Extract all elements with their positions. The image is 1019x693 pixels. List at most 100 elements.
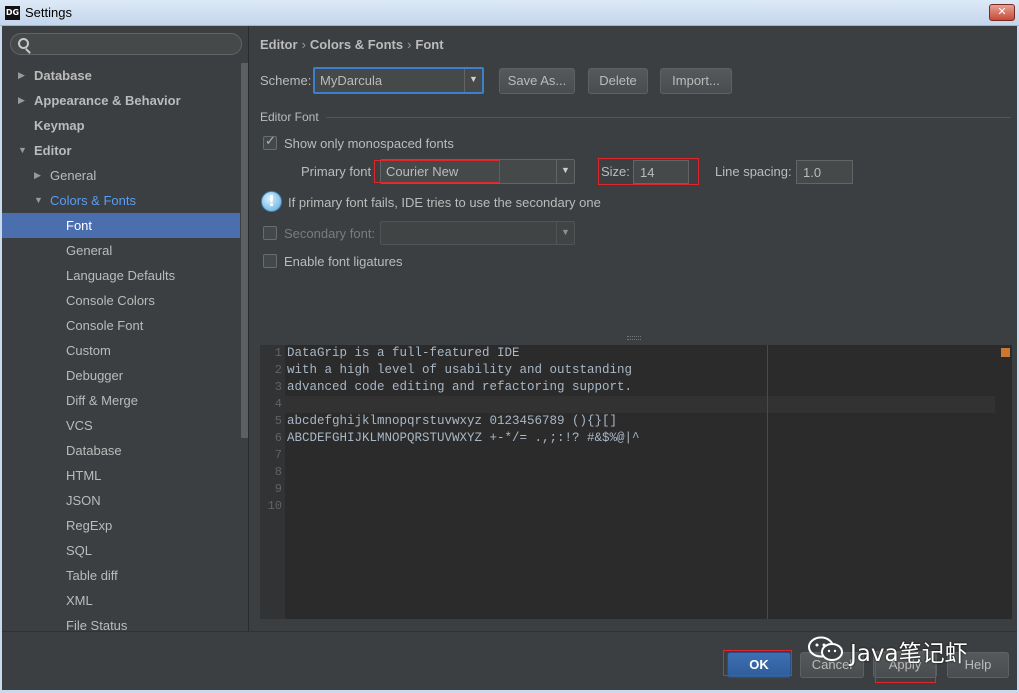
ligatures-label: Enable font ligatures [284, 254, 403, 269]
sidebar-item-label: Keymap [34, 118, 85, 133]
sidebar-item-label: Database [34, 68, 92, 83]
sidebar-item-general[interactable]: ▶ General [2, 163, 240, 188]
chevron-down-icon: ▼ [469, 74, 478, 84]
secondary-font-dropdown-arrow[interactable]: ▼ [556, 222, 574, 245]
delete-button[interactable]: Delete [588, 68, 648, 94]
line-spacing-label: Line spacing: [715, 164, 792, 179]
splitter-handle[interactable] [627, 336, 641, 340]
secondary-font-checkbox[interactable] [263, 226, 277, 240]
sidebar-item-regexp[interactable]: RegExp [2, 513, 240, 538]
settings-sidebar: ▶ Database ▶ Appearance & Behavior Keymap ▼ Ed… [2, 26, 249, 631]
sidebar-item-file-status[interactable]: File Status [2, 613, 240, 631]
sidebar-item-editor[interactable]: ▼ Editor [2, 138, 240, 163]
sidebar-item-keymap[interactable]: Keymap [2, 113, 240, 138]
breadcrumb-item: Colors & Fonts [309, 37, 404, 52]
sidebar-item-diff-merge[interactable]: Diff & Merge [2, 388, 240, 413]
preview-code-line: DataGrip is a full-featured IDE [287, 346, 520, 360]
scheme-dropdown[interactable]: MyDarcula ▼ [313, 67, 484, 94]
line-number: 8 [274, 465, 282, 479]
breadcrumb-item: Editor [260, 37, 298, 52]
secondary-font-label: Secondary font: [284, 226, 376, 241]
expanded-arrow-icon[interactable]: ▼ [34, 188, 43, 213]
breadcrumb-separator: › [407, 37, 412, 52]
preview-code-line: with a high level of usability and outst… [287, 363, 633, 377]
import-button[interactable]: Import... [660, 68, 732, 94]
sidebar-scrollbar-thumb[interactable] [241, 63, 248, 438]
line-spacing-field[interactable]: 1.0 [796, 160, 853, 184]
sidebar-item-general[interactable]: General [2, 238, 240, 263]
window-close-button[interactable]: ✕ [989, 4, 1015, 21]
preview-code-line: abcdefghijklmnopqrstuvwxyz 0123456789 ()… [287, 414, 618, 428]
editor-font-section-title: Editor Font [260, 110, 319, 124]
sidebar-item-xml[interactable]: XML [2, 588, 240, 613]
sidebar-item-html[interactable]: HTML [2, 463, 240, 488]
secondary-font-dropdown[interactable]: ▼ [380, 221, 575, 245]
sidebar-item-appearance-behavior[interactable]: ▶ Appearance & Behavior [2, 88, 240, 113]
sidebar-item-label: Console Colors [66, 293, 155, 308]
fallback-info-text: If primary font fails, IDE tries to use … [288, 195, 601, 210]
line-spacing-value: 1.0 [803, 165, 822, 180]
scheme-value: MyDarcula [320, 73, 383, 88]
section-divider [326, 117, 1011, 118]
window-title: Settings [25, 5, 72, 20]
sidebar-item-table-diff[interactable]: Table diff [2, 563, 240, 588]
sidebar-item-label: Debugger [66, 368, 124, 383]
sidebar-item-language-defaults[interactable]: Language Defaults [2, 263, 240, 288]
watermark: Java笔记虾 [808, 634, 998, 667]
wechat-logo-icon [808, 636, 843, 661]
line-number: 1 [274, 346, 282, 360]
sidebar-item-label: General [50, 168, 97, 183]
sidebar-item-label: General [66, 243, 113, 258]
sidebar-item-label: Console Font [66, 318, 144, 333]
sidebar-item-label: Language Defaults [66, 268, 176, 283]
ligatures-checkbox[interactable] [263, 254, 277, 268]
line-number: 6 [274, 431, 282, 445]
collapsed-arrow-icon[interactable]: ▶ [34, 163, 41, 188]
show-monospaced-checkbox[interactable] [263, 134, 277, 150]
sidebar-item-font[interactable]: Font [2, 213, 240, 238]
search-input[interactable] [33, 36, 233, 52]
sidebar-item-sql[interactable]: SQL [2, 538, 240, 563]
right-margin-guide [767, 345, 768, 619]
sidebar-item-label: Appearance & Behavior [34, 93, 181, 108]
sidebar-item-label: JSON [66, 493, 101, 508]
sidebar-item-vcs[interactable]: VCS [2, 413, 240, 438]
scheme-label: Scheme: [260, 73, 312, 88]
settings-search[interactable] [10, 33, 242, 55]
primary-font-dropdown-arrow[interactable]: ▼ [556, 160, 574, 183]
sidebar-item-label: Editor [34, 143, 72, 158]
line-number: 7 [274, 448, 282, 462]
sidebar-item-label: SQL [66, 543, 93, 558]
sidebar-item-label: File Status [66, 618, 128, 631]
scheme-dropdown-arrow[interactable]: ▼ [464, 69, 482, 92]
breadcrumb-separator: › [301, 37, 306, 52]
show-monospaced-label: Show only monospaced fonts [284, 136, 454, 151]
collapsed-arrow-icon[interactable]: ▶ [18, 63, 25, 88]
font-preview-editor[interactable]: 1 2 3 4 5 6 7 8 9 10 DataGrip is a full-featured I… [260, 345, 1012, 619]
app-icon: DG [5, 6, 20, 20]
sidebar-item-colors-fonts[interactable]: ▼ Colors & Fonts [2, 188, 240, 213]
sidebar-item-custom[interactable]: Custom [2, 338, 240, 363]
sidebar-item-label: Font [66, 218, 93, 233]
sidebar-item-debugger[interactable]: Debugger [2, 363, 240, 388]
annotation-highlight-size [598, 158, 699, 185]
sidebar-item-json[interactable]: JSON [2, 488, 240, 513]
collapsed-arrow-icon[interactable]: ▶ [18, 88, 25, 113]
sidebar-item-label: Colors & Fonts [50, 193, 136, 208]
sidebar-item-console-colors[interactable]: Console Colors [2, 288, 240, 313]
sidebar-item-console-font[interactable]: Console Font [2, 313, 240, 338]
sidebar-item-label: Diff & Merge [66, 393, 139, 408]
preview-code-line: ABCDEFGHIJKLMNOPQRSTUVWXYZ +-*/= .,;:!? … [287, 431, 640, 445]
line-number: 5 [274, 414, 282, 428]
breadcrumb: Editor › Colors & Fonts › Font [260, 37, 444, 52]
sidebar-item-label: Custom [66, 343, 111, 358]
sidebar-item-database[interactable]: Database [2, 438, 240, 463]
sidebar-item-label: HTML [66, 468, 102, 483]
sidebar-item-label: XML [66, 593, 93, 608]
settings-content: Editor › Colors & Fonts › Font Scheme: MyDar… [250, 26, 1017, 631]
error-stripe-marker[interactable] [1001, 348, 1010, 357]
expanded-arrow-icon[interactable]: ▼ [18, 138, 27, 163]
sidebar-item-database[interactable]: ▶ Database [2, 63, 240, 88]
search-icon [18, 38, 29, 49]
save-as-button[interactable]: Save As... [499, 68, 575, 94]
